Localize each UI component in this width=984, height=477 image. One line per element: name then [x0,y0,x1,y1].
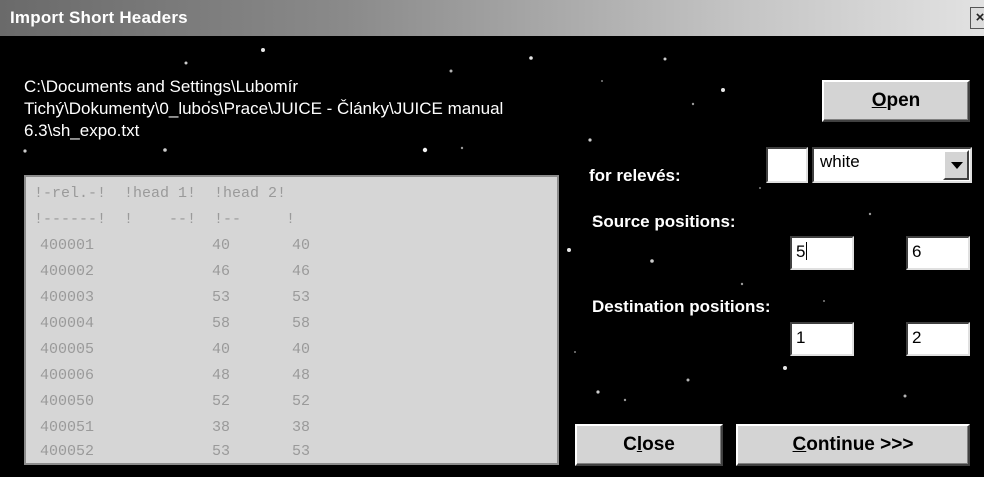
head1-value: 40 [212,237,231,254]
source-positions-label: Source positions: [592,212,736,231]
file-path-line-2: Tichý\Dokumenty\0_lubos\Prace\JUICE - Čl… [24,99,504,118]
continue-label: ontinue >>> [806,434,914,455]
list-item: 400005 40 40 [34,337,534,363]
window-title: Import Short Headers [10,8,188,27]
source-from-value: 5 [796,242,806,261]
head2-value: 52 [292,393,311,410]
head2-value: 40 [292,237,311,254]
releves-label: for relevés: [589,166,681,185]
rel-value: 400051 [40,419,95,436]
list-item: 400006 48 48 [34,363,534,389]
title-bar[interactable]: Import Short Headers × [0,0,984,36]
releves-select[interactable]: white [812,147,972,183]
head1-value: 46 [212,263,231,280]
open-button[interactable]: Open [822,80,970,122]
head1-value: 53 [212,289,231,306]
releves-select-value: white [820,152,860,171]
rel-value: 400006 [40,367,95,384]
preview-separator-line: !------! ! --! !-- ! [34,211,296,228]
file-path: C:\Documents and Settings\Lubomír Tichý\… [24,76,584,142]
source-from-field[interactable]: 5 [790,236,854,270]
open-label: pen [886,90,921,111]
head2-value: 53 [292,289,311,306]
list-item: 400001 40 40 [34,233,534,259]
destination-positions-label: Destination positions: [592,297,771,316]
head1-value: 52 [212,393,231,410]
rel-value: 400002 [40,263,95,280]
rel-value: 400001 [40,237,95,254]
text-caret [806,242,808,260]
releves-color-field[interactable] [766,147,808,183]
list-item: 400051 38 38 [34,415,534,441]
head2-value: 53 [292,443,311,460]
file-path-line-3: 6.3\sh_expo.txt [24,121,140,140]
rel-value: 400005 [40,341,95,358]
rel-value: 400004 [40,315,95,332]
list-item: 400052 53 53 [34,439,534,463]
head2-value: 48 [292,367,311,384]
rel-value: 400003 [40,289,95,306]
open-accel: O [871,90,887,111]
head2-value: 40 [292,341,311,358]
destination-to-field[interactable]: 2 [906,322,970,356]
head2-value: 38 [292,419,311,436]
rel-value: 400050 [40,393,95,410]
list-item: 400004 58 58 [34,311,534,337]
close-label-start: C [623,434,637,455]
file-path-line-1: C:\Documents and Settings\Lubomír [24,77,299,96]
head1-value: 58 [212,315,231,332]
list-item: 400050 52 52 [34,389,534,415]
close-button[interactable]: Close [575,424,723,466]
list-item: 400002 46 46 [34,259,534,285]
import-short-headers-dialog: Import Short Headers × C:\Documents and … [0,0,984,477]
preview-header-line: !-rel.-! !head 1! !head 2! [34,185,287,202]
head1-value: 53 [212,443,231,460]
close-icon[interactable]: × [970,7,984,29]
head1-value: 38 [212,419,231,436]
destination-from-field[interactable]: 1 [790,322,854,356]
continue-accel: C [792,434,807,455]
continue-button[interactable]: Continue >>> [736,424,970,466]
close-label-end: ose [642,434,675,455]
head2-value: 58 [292,315,311,332]
source-to-field[interactable]: 6 [906,236,970,270]
dropdown-arrow-icon[interactable] [943,150,969,180]
rel-value: 400052 [40,443,95,460]
head2-value: 46 [292,263,311,280]
head1-value: 40 [212,341,231,358]
head1-value: 48 [212,367,231,384]
list-item: 400003 53 53 [34,285,534,311]
file-preview-list[interactable]: !-rel.-! !head 1! !head 2! !------! ! --… [24,175,559,465]
